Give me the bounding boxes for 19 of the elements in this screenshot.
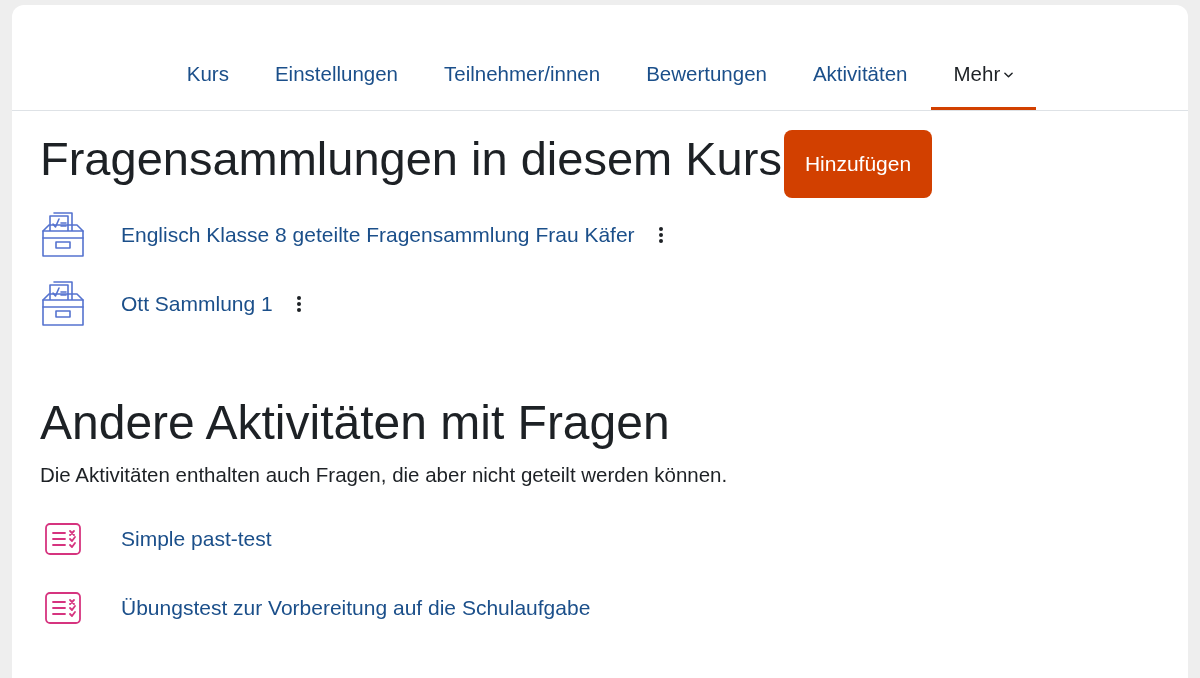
section-heading: Andere Aktivitäten mit Fragen (40, 396, 671, 449)
nav-tab[interactable]: Kurs (163, 41, 252, 110)
file-box-icon (40, 211, 86, 259)
checklist-icon (45, 523, 81, 555)
quiz-link[interactable]: Simple past-test (121, 523, 272, 555)
quiz-link[interactable]: Übungstest zur Vorbereitung auf die Schulaufgabe (121, 592, 591, 624)
file-box-icon (40, 280, 86, 328)
add-button[interactable]: Hinzufügen (783, 130, 933, 198)
section-heading: Fragensammlungen in diesem Kurs (40, 131, 782, 187)
question-bank-link[interactable]: Englisch Klasse 8 geteilte Fragensammlung Frau Käfer (121, 219, 635, 251)
nav-tab[interactable]: Teilnehmer/innen (421, 41, 624, 110)
caret-down-icon (1004, 72, 1014, 78)
question-bank-link[interactable]: Ott Sammlung 1 (121, 288, 273, 320)
checklist-icon (45, 592, 81, 624)
nav-tab[interactable]: Einstellungen (251, 41, 421, 110)
nav-tab[interactable]: Aktivitäten (789, 41, 931, 110)
nav-tab[interactable]: Bewertungen (623, 41, 790, 110)
section-description: Die Aktivitäten enthalten auch Fragen, die aber nicht geteilt werden können. (40, 462, 729, 488)
nav-tab[interactable]: Mehr (930, 41, 1037, 110)
